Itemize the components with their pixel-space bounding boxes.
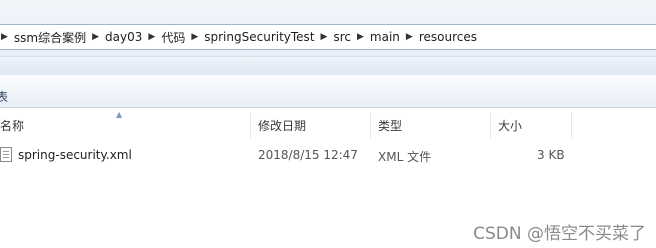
watermark: CSDN @悟空不买菜了 — [473, 224, 646, 244]
column-label-size: 大小 — [498, 118, 523, 133]
nav-partial-label[interactable]: 表 — [0, 88, 8, 105]
column-header-size[interactable]: 大小 — [492, 112, 572, 138]
command-bar — [0, 75, 656, 108]
file-modified: 2018/8/15 12:47 — [258, 148, 358, 162]
chevron-right-icon[interactable]: ▶ — [357, 32, 364, 42]
breadcrumb-item-main[interactable]: main — [370, 30, 400, 44]
breadcrumb-item-src[interactable]: src — [333, 30, 351, 44]
file-name[interactable]: spring-security.xml — [18, 148, 132, 162]
breadcrumb[interactable]: ▶ ssm综合案例 ▶ day03 ▶ 代码 ▶ springSecurityT… — [0, 24, 656, 50]
sort-ascending-icon: ▲ — [116, 110, 123, 119]
chevron-right-icon[interactable]: ▶ — [92, 32, 99, 42]
column-header-name[interactable]: 名称 — [0, 112, 251, 138]
chevron-right-icon[interactable]: ▶ — [148, 32, 155, 42]
address-area: ▶ ssm综合案例 ▶ day03 ▶ 代码 ▶ springSecurityT… — [0, 0, 656, 56]
file-type: XML 文件 — [378, 150, 432, 164]
column-header-modified[interactable]: 修改日期 — [252, 112, 371, 138]
file-size: 3 KB — [537, 148, 565, 162]
xml-file-icon — [0, 147, 12, 162]
toolbar — [0, 56, 656, 76]
breadcrumb-item-code[interactable]: 代码 — [161, 29, 185, 46]
column-label-type: 类型 — [378, 118, 403, 133]
chevron-right-icon[interactable]: ▶ — [191, 32, 198, 42]
breadcrumb-item-ssm[interactable]: ssm综合案例 — [14, 29, 86, 46]
column-label-name: 名称 — [0, 118, 25, 133]
chevron-right-icon[interactable]: ▶ — [1, 32, 8, 42]
column-label-modified: 修改日期 — [258, 118, 307, 133]
file-row[interactable]: spring-security.xml 2018/8/15 12:47 XML … — [0, 144, 656, 168]
breadcrumb-item-resources[interactable]: resources — [419, 30, 477, 44]
chevron-right-icon[interactable]: ▶ — [321, 32, 328, 42]
breadcrumb-item-project[interactable]: springSecurityTest — [204, 30, 314, 44]
chevron-right-icon[interactable]: ▶ — [406, 32, 413, 42]
breadcrumb-item-day03[interactable]: day03 — [105, 30, 142, 44]
column-header-type[interactable]: 类型 — [372, 112, 491, 138]
